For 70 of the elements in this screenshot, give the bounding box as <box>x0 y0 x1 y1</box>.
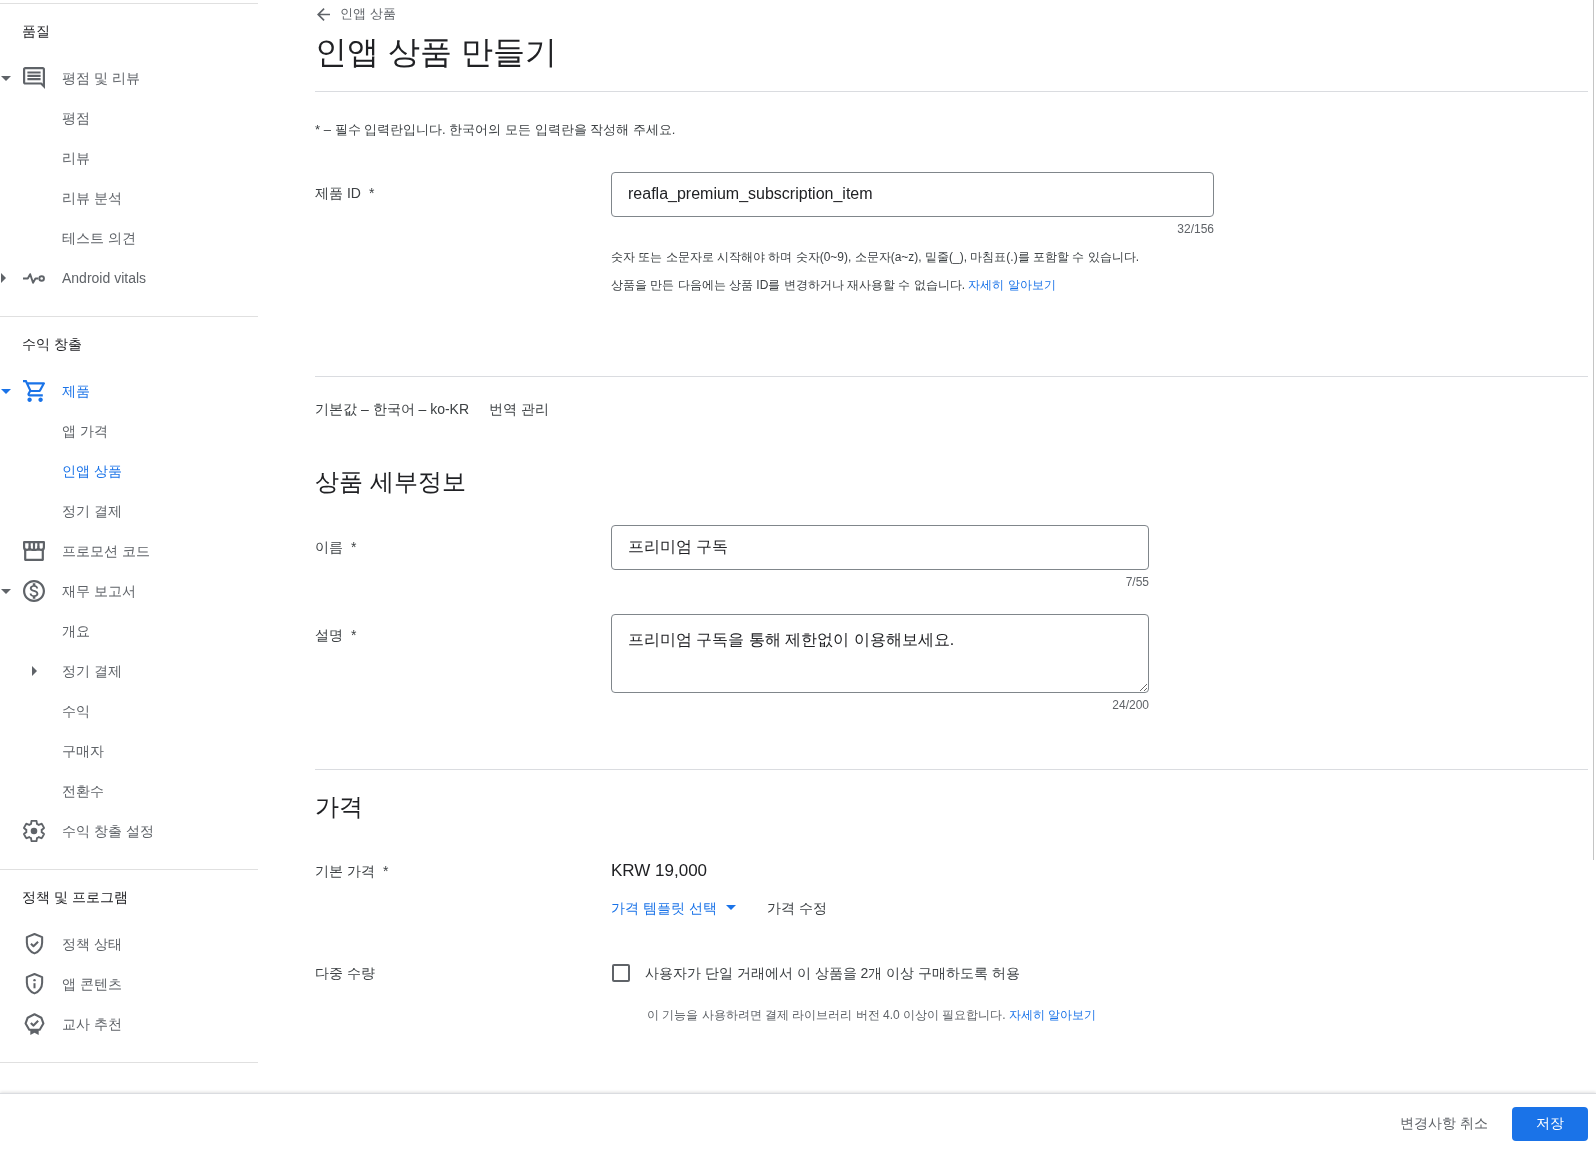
edit-price-button[interactable]: 가격 수정 <box>766 897 827 918</box>
sidebar-item[interactable]: 정책 상태 <box>0 924 122 964</box>
sidebar-item[interactable]: 앱 가격 <box>0 411 108 451</box>
sidebar-item[interactable]: 재무 보고서 <box>0 571 136 611</box>
name-field[interactable]: 프리미엄 구독 <box>611 524 1149 570</box>
required-note: * – 필수 입력란입니다. 한국어의 모든 입력란을 작성해 주세요. <box>315 120 676 139</box>
sidebar-item[interactable]: 리뷰 <box>0 138 90 178</box>
field-label: 설명 * <box>315 626 357 643</box>
caret-down-icon[interactable] <box>1 588 11 594</box>
shield-info-icon <box>24 973 44 995</box>
caret-right-icon[interactable] <box>1 273 6 283</box>
caret-down-icon[interactable] <box>1 388 11 394</box>
page-title: 인앱 상품 만들기 <box>315 32 557 72</box>
field-label: 이름 * <box>315 538 357 555</box>
product-id-field[interactable]: reafla_premium_subscription_item <box>611 171 1214 217</box>
character-counter: 7/55 <box>1125 573 1149 590</box>
field-label: 기본 가격 * <box>315 862 389 879</box>
shield-check-icon <box>24 933 44 955</box>
manage-translations-button[interactable]: 번역 관리 <box>489 398 549 419</box>
sidebar-item[interactable]: 수익 <box>0 691 90 731</box>
help-text: 숫자 또는 소문자로 시작해야 하며 숫자(0~9), 소문자(a~z), 밑줄(_), 마침표(.)를 포함할 수 있습니다. <box>611 248 1140 266</box>
price-template-dropdown[interactable]: 가격 템플릿 선택 <box>611 897 736 918</box>
sidebar-item[interactable]: 앱 콘텐츠 <box>0 964 122 1004</box>
caret-down-icon[interactable] <box>1 75 11 81</box>
requirement-note: 이 기능을 사용하려면 결제 라이브러리 버전 4.0 이상이 필요합니다. 자세히 알아보기 <box>647 1006 1097 1024</box>
sidebar-item[interactable]: 평점 <box>0 98 90 138</box>
character-counter: 32/156 <box>1177 220 1214 237</box>
section-title: 정책 및 프로그램 <box>22 888 128 907</box>
default-language-label: 기본값 – 한국어 – ko-KR <box>315 399 470 419</box>
discard-changes-button[interactable]: 변경사항 취소 <box>1384 1107 1504 1141</box>
section-title: 수익 창출 <box>22 335 82 354</box>
sidebar-item[interactable]: 리뷰 분석 <box>0 178 122 218</box>
back-link[interactable]: 인앱 상품 <box>317 4 396 24</box>
learn-more-link[interactable]: 자세히 알아보기 <box>968 277 1056 292</box>
cart-icon <box>23 380 45 402</box>
sidebar-item[interactable]: 교사 추천 <box>0 1004 122 1044</box>
comment-icon <box>23 67 45 89</box>
help-text: 상품을 만든 다음에는 상품 ID를 변경하거나 재사용할 수 없습니다. 자세히 알아보기 <box>611 276 1056 294</box>
caret-down-icon <box>725 905 736 910</box>
character-counter: 24/200 <box>1112 696 1149 713</box>
sidebar-item[interactable]: 프로모션 코드 <box>0 531 150 571</box>
sidebar-item[interactable]: 정기 결제 <box>0 651 122 691</box>
sidebar-item[interactable]: 제품 <box>0 371 90 411</box>
sidebar-item[interactable]: Android vitals <box>0 258 147 298</box>
sidebar-item[interactable]: 평점 및 리뷰 <box>0 58 140 98</box>
section-heading: 가격 <box>315 791 363 822</box>
sidebar-item[interactable]: 정기 결제 <box>0 491 122 531</box>
checkbox-label: 사용자가 단일 거래에서 이 상품을 2개 이상 구매하도록 허용 <box>645 963 1020 983</box>
storefront-icon <box>23 541 45 561</box>
description-field[interactable]: 프리미엄 구독을 통해 제한없이 이용해보세요. <box>611 613 1149 693</box>
learn-more-link[interactable]: 자세히 알아보기 <box>1009 1007 1097 1022</box>
scrollbar-thumb[interactable] <box>1593 0 1596 860</box>
pulse-icon <box>23 272 45 284</box>
sidebar-item[interactable]: 테스트 의견 <box>0 218 136 258</box>
sidebar-item[interactable]: 인앱 상품 <box>0 451 122 491</box>
sidebar-item[interactable]: 수익 창출 설정 <box>0 811 154 851</box>
save-button[interactable]: 저장 <box>1512 1107 1588 1141</box>
caret-right-icon[interactable] <box>31 666 37 676</box>
price-value: KRW 19,000 <box>611 860 708 881</box>
back-arrow-icon <box>317 7 330 21</box>
checkbox[interactable] <box>612 963 630 982</box>
section-title: 품질 <box>22 22 50 41</box>
award-badge-icon <box>23 1012 45 1036</box>
field-label: 다중 수량 <box>315 964 375 981</box>
field-label: 제품 ID * <box>315 184 375 201</box>
sidebar-item[interactable]: 전환수 <box>0 771 104 811</box>
section-heading: 상품 세부정보 <box>315 466 466 497</box>
sidebar-item[interactable]: 개요 <box>0 611 90 651</box>
sidebar-item[interactable]: 구매자 <box>0 731 104 771</box>
settings-icon <box>23 820 45 842</box>
